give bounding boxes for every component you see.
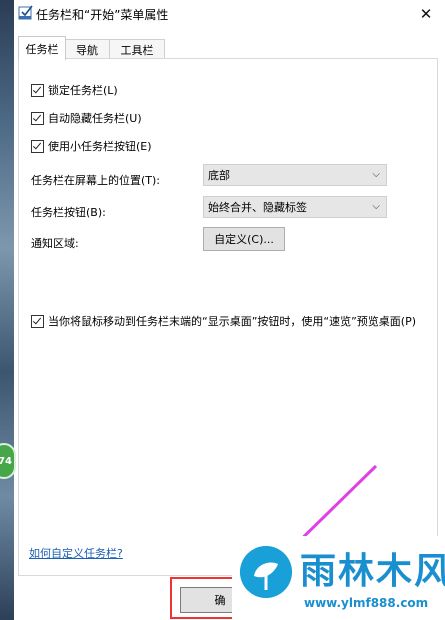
watermark-title: 雨林木风 — [300, 551, 445, 592]
watermark-url: www.ylmf888.com — [304, 596, 429, 610]
watermark: 雨林木风 www.ylmf888.com — [232, 536, 445, 620]
tab-taskbar[interactable]: 任务栏 — [18, 36, 66, 60]
properties-dialog: 任务栏和“开始”菜单属性 ✕ 任务栏 导航 工具栏 锁定任务栏(L) 自动隐藏任… — [14, 0, 445, 620]
desktop-background — [0, 0, 14, 620]
floating-badge: 74 — [0, 443, 16, 479]
pointer-arrow-icon — [270, 464, 378, 570]
badge-count: 74 — [0, 455, 12, 467]
leaf-logo-icon — [240, 546, 292, 598]
